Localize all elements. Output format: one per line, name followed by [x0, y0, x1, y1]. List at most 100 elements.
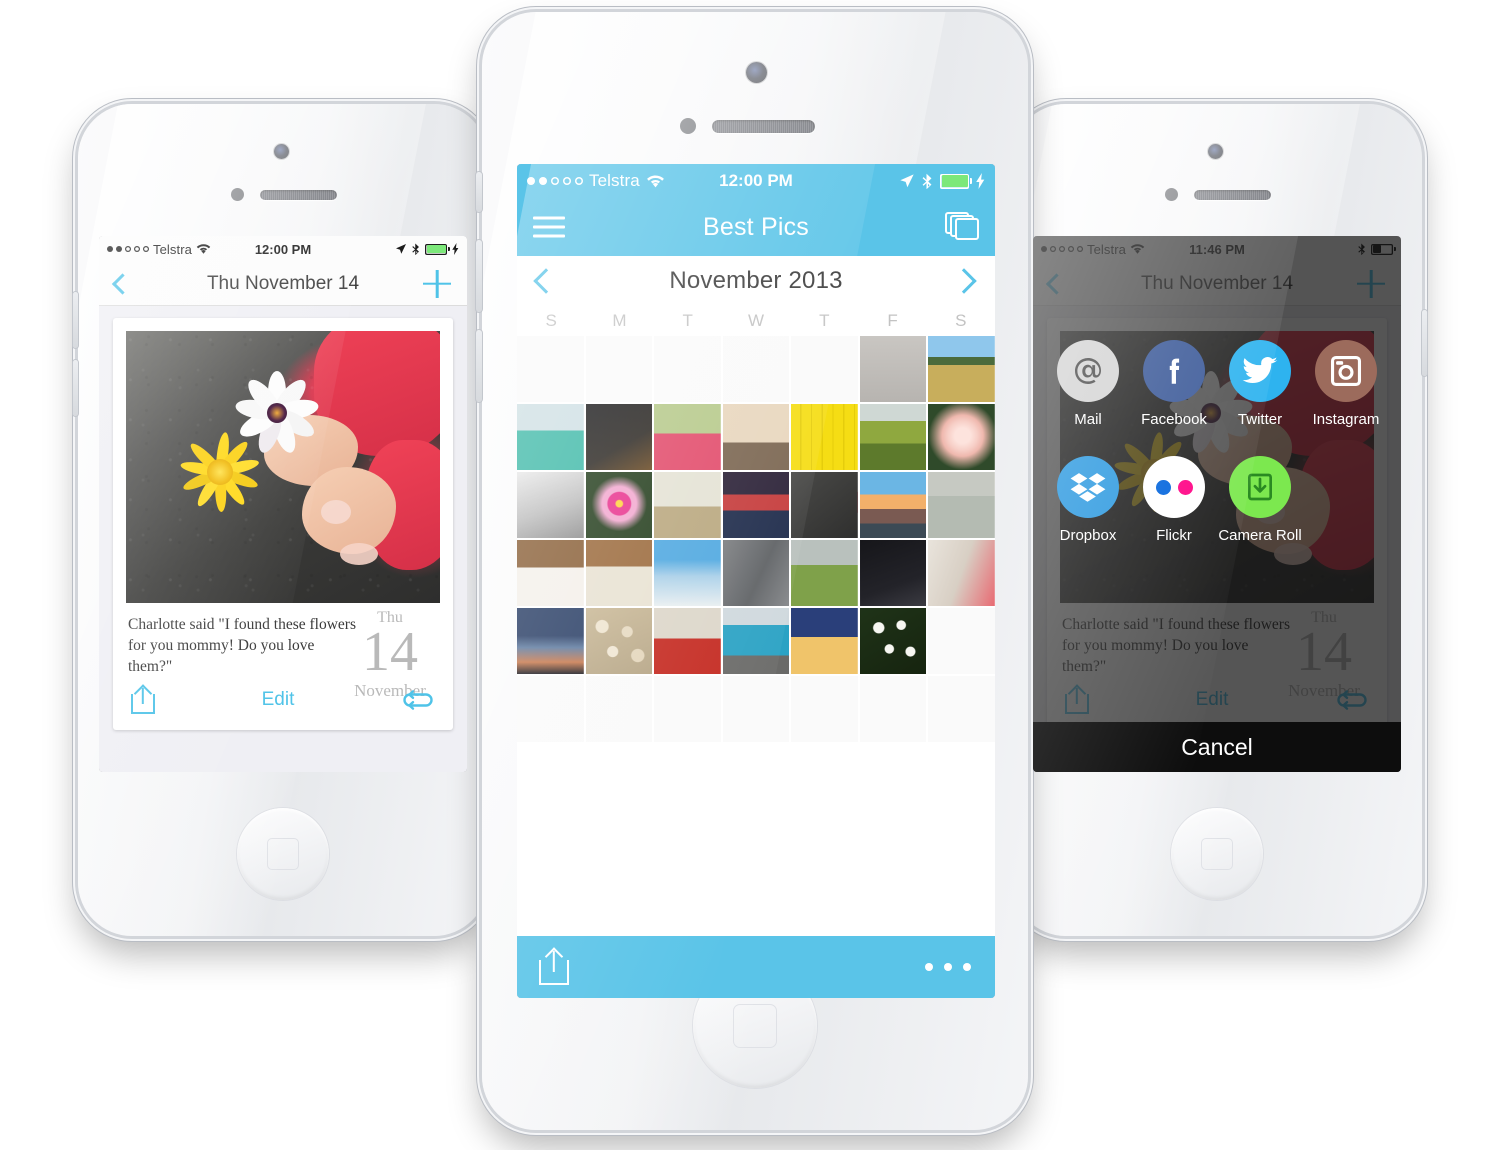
earpiece-speaker-icon	[1194, 190, 1271, 200]
entry-action-bar: Edit	[113, 670, 453, 730]
download-to-tray-icon	[1229, 456, 1291, 518]
share-option-flickr[interactable]: Flickr	[1131, 456, 1217, 544]
facebook-f-icon	[1143, 340, 1205, 402]
calendar-photo-grid[interactable]	[517, 336, 995, 742]
calendar-day-photo[interactable]	[585, 608, 653, 674]
left-nav-bar: Thu November 14	[99, 262, 467, 306]
calendar-day-photo[interactable]	[517, 404, 584, 470]
calendar-day-photo[interactable]	[928, 608, 995, 674]
day-header: S	[545, 311, 557, 330]
calendar-day-photo[interactable]	[654, 608, 721, 674]
left-phone-screen: Telstra 12:00 PM Thu November 14 Charlot…	[99, 236, 467, 772]
hamburger-menu-icon[interactable]	[533, 216, 565, 238]
chevron-left-icon[interactable]	[533, 268, 559, 294]
calendar-day-photo[interactable]	[928, 336, 995, 402]
calendar-day-photo[interactable]	[859, 608, 927, 674]
calendar-day-photo[interactable]	[791, 404, 858, 470]
calendar-day-photo[interactable]	[585, 404, 653, 470]
center-phone-body: Telstra 12:00 PM Best Pics November 2013…	[482, 12, 1028, 1130]
screenshot-stage: Telstra 12:00 PM Thu November 14 Charlot…	[0, 0, 1500, 1150]
calendar-day-empty	[859, 676, 927, 742]
calendar-day-photo[interactable]	[722, 540, 790, 606]
calendar-day-photo[interactable]	[859, 404, 927, 470]
status-time: 12:00 PM	[254, 241, 312, 257]
share-option-camera-roll[interactable]: Camera Roll	[1217, 456, 1303, 544]
front-camera-icon	[274, 144, 289, 159]
volume-up-button[interactable]	[476, 240, 482, 312]
loop-repeat-icon[interactable]	[401, 689, 435, 711]
volume-down-button[interactable]	[73, 360, 78, 416]
ring-silent-switch[interactable]	[476, 172, 482, 212]
calendar-day-photo[interactable]	[517, 608, 584, 674]
center-phone-bezel: Telstra 12:00 PM Best Pics November 2013…	[517, 164, 995, 998]
cancel-button[interactable]: Cancel	[1033, 722, 1401, 772]
hand-holding-flowers-image	[126, 331, 440, 603]
left-phone: Telstra 12:00 PM Thu November 14 Charlot…	[73, 104, 488, 936]
calendar-day-photo[interactable]	[517, 472, 584, 538]
day-header: W	[747, 311, 765, 330]
day-header: T	[819, 311, 830, 330]
share-option-label: Facebook	[1141, 411, 1207, 428]
battery-icon	[940, 174, 972, 189]
share-option-dropbox[interactable]: Dropbox	[1045, 456, 1131, 544]
entry-card[interactable]: Charlotte said "I found these flowers fo…	[113, 318, 453, 730]
calendar-day-photo[interactable]	[722, 472, 790, 538]
ellipsis-more-icon[interactable]	[925, 963, 971, 971]
calendar-day-photo[interactable]	[791, 608, 858, 674]
page-title: Thu November 14	[206, 272, 360, 294]
earpiece-speaker-icon	[260, 190, 337, 200]
share-sheet-grid: Mail Facebook Twitter Instagram Dropbox …	[1033, 340, 1401, 544]
calendar-day-photo[interactable]	[722, 608, 790, 674]
share-upload-icon[interactable]	[131, 684, 155, 714]
front-camera-icon	[1208, 144, 1223, 159]
home-button[interactable]	[237, 808, 329, 900]
volume-down-button[interactable]	[476, 330, 482, 402]
volume-up-button[interactable]	[73, 292, 78, 348]
calendar-day-photo[interactable]	[791, 472, 858, 538]
day-header: F	[887, 311, 898, 330]
entry-photo[interactable]	[126, 331, 440, 603]
calendar-day-photo[interactable]	[791, 540, 858, 606]
calendar-day-empty	[791, 336, 858, 402]
chevron-right-icon[interactable]	[951, 268, 977, 294]
earpiece-speaker-icon	[712, 120, 815, 133]
plus-add-icon[interactable]	[423, 270, 451, 298]
calendar-day-photo[interactable]	[654, 540, 721, 606]
side-button[interactable]	[1422, 310, 1427, 376]
edit-button[interactable]: Edit	[262, 689, 295, 711]
calendar-day-photo[interactable]	[859, 540, 927, 606]
right-phone: Telstra 11:46 PM	[1012, 104, 1427, 936]
share-option-mail[interactable]: Mail	[1045, 340, 1131, 428]
battery-icon	[425, 244, 450, 255]
calendar-day-photo[interactable]	[654, 404, 721, 470]
calendar-day-photo[interactable]	[517, 540, 584, 606]
calendar-day-photo[interactable]	[585, 472, 653, 538]
cancel-button-label: Cancel	[1181, 733, 1253, 760]
day-header: S	[955, 311, 967, 330]
share-option-instagram[interactable]: Instagram	[1303, 340, 1389, 428]
calendar-day-headers: S M T W T F S	[517, 306, 995, 336]
share-option-label: Camera Roll	[1218, 527, 1302, 544]
stacked-cards-icon[interactable]	[945, 212, 979, 242]
calendar-day-photo[interactable]	[585, 540, 653, 606]
left-phone-body: Telstra 12:00 PM Thu November 14 Charlot…	[78, 104, 488, 936]
calendar-day-photo[interactable]	[859, 472, 927, 538]
share-upload-icon[interactable]	[539, 947, 569, 985]
left-phone-bezel: Telstra 12:00 PM Thu November 14 Charlot…	[99, 236, 467, 772]
calendar-day-empty	[517, 676, 584, 742]
front-camera-icon	[746, 62, 767, 83]
chevron-left-back-icon[interactable]	[111, 272, 134, 295]
home-button[interactable]	[1171, 808, 1263, 900]
share-option-facebook[interactable]: Facebook	[1131, 340, 1217, 428]
calendar-day-photo[interactable]	[928, 472, 995, 538]
share-option-twitter[interactable]: Twitter	[1217, 340, 1303, 428]
calendar-day-empty	[654, 676, 721, 742]
calendar-day-photo[interactable]	[654, 472, 721, 538]
share-option-label: Dropbox	[1059, 527, 1117, 544]
calendar-day-photo[interactable]	[722, 404, 790, 470]
proximity-sensor-icon	[231, 188, 244, 201]
calendar-day-photo[interactable]	[859, 336, 927, 402]
calendar-day-photo[interactable]	[928, 540, 995, 606]
calendar-day-empty	[722, 336, 790, 402]
calendar-day-photo[interactable]	[928, 404, 995, 470]
